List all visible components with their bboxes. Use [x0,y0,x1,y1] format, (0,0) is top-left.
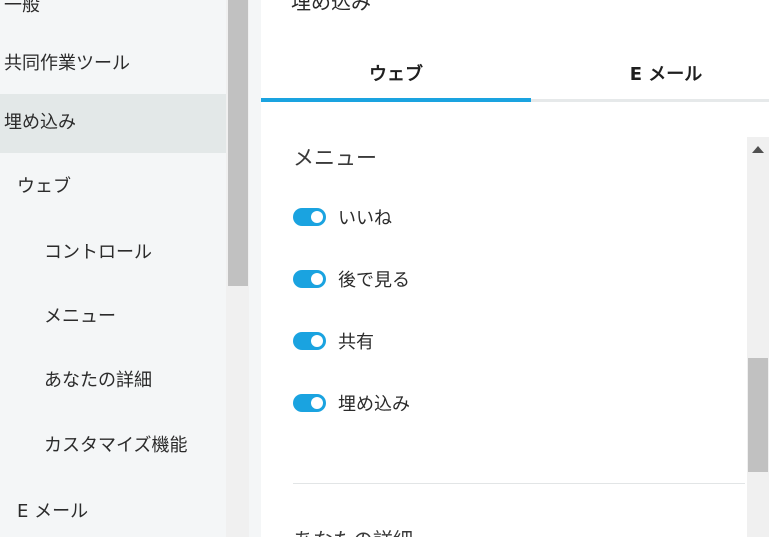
watch-later-toggle[interactable] [293,270,326,288]
embed-toggle[interactable] [293,394,326,412]
toggle-label: 埋め込み [338,394,410,415]
settings-sidebar: 一般 共同作業ツール 埋め込み ウェブ コントロール メニュー あなたの詳細 カ… [0,0,226,537]
toggle-knob [311,273,323,285]
toggle-row-share: 共有 [293,329,374,353]
sidebar-item-your-details[interactable]: あなたの詳細 [0,369,226,393]
sidebar-item-customize[interactable]: カスタマイズ機能 [0,434,226,458]
sidebar-scrollbar-thumb[interactable] [228,0,248,286]
toggle-knob [311,211,323,223]
content-scrollbar[interactable] [747,137,769,537]
share-toggle[interactable] [293,332,326,350]
tab-email[interactable]: E メール [531,44,769,102]
section-heading-embed: 埋め込み [291,0,371,14]
scroll-up-arrow-icon[interactable] [752,146,764,153]
toggle-row-like: いいね [293,205,392,229]
sidebar-item-collaboration-tools[interactable]: 共同作業ツール [0,52,226,76]
toggle-label: 共有 [338,332,374,353]
tab-web[interactable]: ウェブ [261,44,531,102]
toggle-knob [311,335,323,347]
toggle-label: 後で見る [338,270,410,291]
menu-section-title: メニュー [293,146,377,170]
sidebar-item-controls[interactable]: コントロール [0,241,226,265]
like-toggle[interactable] [293,208,326,226]
content-scrollbar-thumb[interactable] [748,358,768,472]
your-details-section-title: あなたの詳細 [293,524,413,537]
sidebar-item-email[interactable]: E メール [0,500,226,524]
toggle-row-watch-later: 後で見る [293,267,410,291]
toggle-label: いいね [338,208,392,229]
panel-gutter [249,0,261,537]
section-divider [293,483,745,484]
sidebar-item-web[interactable]: ウェブ [0,175,226,199]
sidebar-item-embed[interactable]: 埋め込み [0,94,226,153]
toggle-knob [311,397,323,409]
sidebar-item-menu[interactable]: メニュー [0,305,226,329]
sidebar-item-general[interactable]: 一般 [0,0,226,18]
main-panel: 埋め込み ウェブ E メール メニュー いいね 後で見る 共有 埋め込み あなた… [261,0,769,537]
tab-active-indicator [261,98,531,102]
toggle-row-embed: 埋め込み [293,391,410,415]
